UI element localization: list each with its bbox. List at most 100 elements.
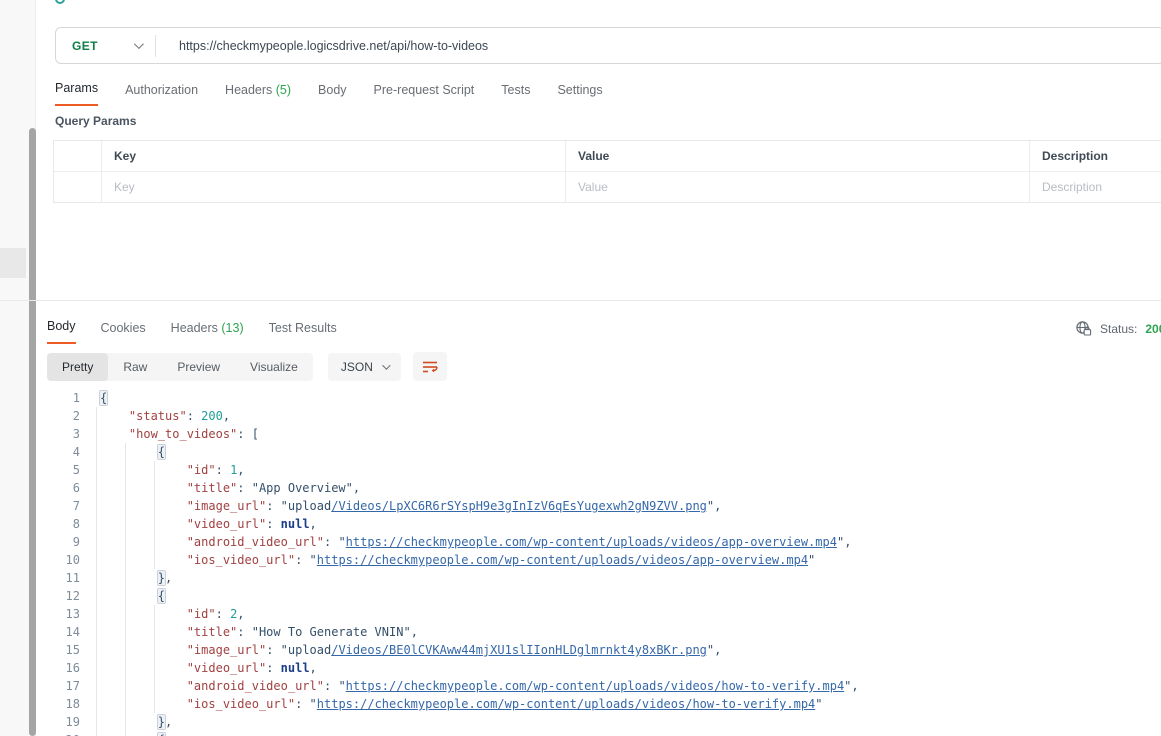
code-token: "how_to_videos" (129, 427, 237, 441)
json-link[interactable]: https://checkmypeople.com/wp-content/upl… (346, 535, 837, 549)
json-link[interactable]: https://checkmypeople.com/wp-content/upl… (317, 697, 816, 711)
line-number: 18 (0, 695, 80, 713)
code-token: , (844, 535, 851, 549)
line-number: 1 (0, 389, 80, 407)
code-token: : (324, 535, 338, 549)
line-content: "id": 1, (100, 463, 245, 477)
code-line: 8 "video_url": null, (0, 515, 1161, 533)
json-link[interactable]: /Videos/BE0lCVKAww44mjXU1slIIonHLDglmrnk… (331, 643, 707, 657)
line-number: 6 (0, 479, 80, 497)
line-content: }, (100, 571, 172, 585)
code-token: , (223, 409, 230, 423)
code-token: } (158, 571, 165, 585)
view-mode-visualize[interactable]: Visualize (235, 353, 313, 381)
wrap-lines-button[interactable] (413, 352, 447, 381)
tab-label: Preview (177, 360, 220, 374)
globe-lock-icon (1075, 320, 1092, 337)
line-content: "status": 200, (100, 409, 230, 423)
line-number: 17 (0, 677, 80, 695)
request-tab-pre-request-script[interactable]: Pre-request Script (374, 83, 475, 106)
code-token: { (158, 445, 165, 459)
line-number: 15 (0, 641, 80, 659)
code-token: " (310, 697, 317, 711)
tab-label: Pretty (62, 360, 93, 374)
sidebar-collapsed-item[interactable] (0, 248, 26, 278)
key-input[interactable]: Key (101, 172, 565, 202)
code-token: : (216, 607, 230, 621)
value-input[interactable]: Value (565, 172, 1029, 202)
view-mode-raw[interactable]: Raw (108, 353, 162, 381)
response-toolbar: Pretty Raw Preview Visualize JSON (47, 352, 447, 381)
view-mode-preview[interactable]: Preview (162, 353, 235, 381)
line-number: 7 (0, 497, 80, 515)
code-token: "status" (129, 409, 187, 423)
method-label: GET (72, 39, 98, 53)
code-line: 13 "id": 2, (0, 605, 1161, 623)
code-line: 14 "title": "How To Generate VNIN", (0, 623, 1161, 641)
description-input[interactable]: Description (1029, 172, 1161, 202)
code-line: 17 "android_video_url": "https://checkmy… (0, 677, 1161, 695)
tab-label: Authorization (125, 83, 198, 97)
code-token: : (324, 679, 338, 693)
tab-label: Body (47, 319, 76, 333)
request-tab-body[interactable]: Body (318, 83, 347, 106)
request-tab-headers[interactable]: Headers (5) (225, 83, 291, 106)
tab-label: Body (318, 83, 347, 97)
code-token: "id" (187, 607, 216, 621)
code-token (100, 463, 187, 477)
json-link[interactable]: https://checkmypeople.com/wp-content/upl… (317, 553, 808, 567)
tab-label: Cookies (101, 321, 146, 335)
divider (155, 35, 156, 57)
code-token: "video_url" (187, 661, 266, 675)
request-tab-params[interactable]: Params (55, 81, 98, 106)
response-tab-headers[interactable]: Headers (13) (171, 321, 244, 344)
line-number: 12 (0, 587, 80, 605)
request-tab-authorization[interactable]: Authorization (125, 83, 198, 106)
chevron-down-icon (382, 361, 390, 369)
json-link[interactable]: /Videos/LpXC6R6rSYspH9e3gInIzV6qEsYugexw… (331, 499, 707, 513)
url-input[interactable]: https://checkmypeople.logicsdrive.net/ap… (179, 39, 488, 53)
response-tab-body[interactable]: Body (47, 319, 76, 344)
code-line: 10 "ios_video_url": "https://checkmypeop… (0, 551, 1161, 569)
line-content: "ios_video_url": "https://checkmypeople.… (100, 553, 815, 567)
line-content: "title": "How To Generate VNIN", (100, 625, 418, 639)
code-token: "ios_video_url" (187, 697, 295, 711)
code-token (100, 409, 129, 423)
view-mode-group: Pretty Raw Preview Visualize (47, 353, 313, 381)
language-select[interactable]: JSON (328, 353, 401, 381)
code-token: "title" (187, 625, 238, 639)
code-token: " (808, 553, 815, 567)
code-token: , (714, 499, 721, 513)
code-token: , (165, 715, 172, 729)
request-tab-tests[interactable]: Tests (501, 83, 530, 106)
code-token: "ios_video_url" (187, 553, 295, 567)
request-url-bar: GET https://checkmypeople.logicsdrive.ne… (55, 27, 1161, 64)
code-token: " (310, 553, 317, 567)
code-line: 2 "status": 200, (0, 407, 1161, 425)
code-token: : (266, 517, 280, 531)
code-token: { (100, 391, 107, 405)
tab-label: Params (55, 81, 98, 95)
request-tab-settings[interactable]: Settings (557, 83, 602, 106)
tab-label: Visualize (250, 360, 298, 374)
code-token (100, 715, 158, 729)
code-token: "upload (281, 643, 332, 657)
code-token: " (815, 697, 822, 711)
code-token: } (158, 715, 165, 729)
code-token: "title" (187, 481, 238, 495)
code-token: , (165, 571, 172, 585)
code-token (100, 589, 158, 603)
response-tab-cookies[interactable]: Cookies (101, 321, 146, 344)
response-body-code[interactable]: 1{2 "status": 200,3 "how_to_videos": [4 … (0, 389, 1161, 736)
code-line: 15 "image_url": "upload/Videos/BE0lCVKAw… (0, 641, 1161, 659)
line-number: 8 (0, 515, 80, 533)
code-token: , (237, 463, 244, 477)
response-tab-test-results[interactable]: Test Results (269, 321, 337, 344)
method-selector[interactable]: GET (56, 39, 155, 53)
view-mode-pretty[interactable]: Pretty (47, 353, 108, 381)
code-token (100, 571, 158, 585)
code-token: : [ (237, 427, 259, 441)
line-content: "how_to_videos": [ (100, 427, 259, 441)
json-link[interactable]: https://checkmypeople.com/wp-content/upl… (346, 679, 845, 693)
line-number: 20 (0, 731, 80, 736)
